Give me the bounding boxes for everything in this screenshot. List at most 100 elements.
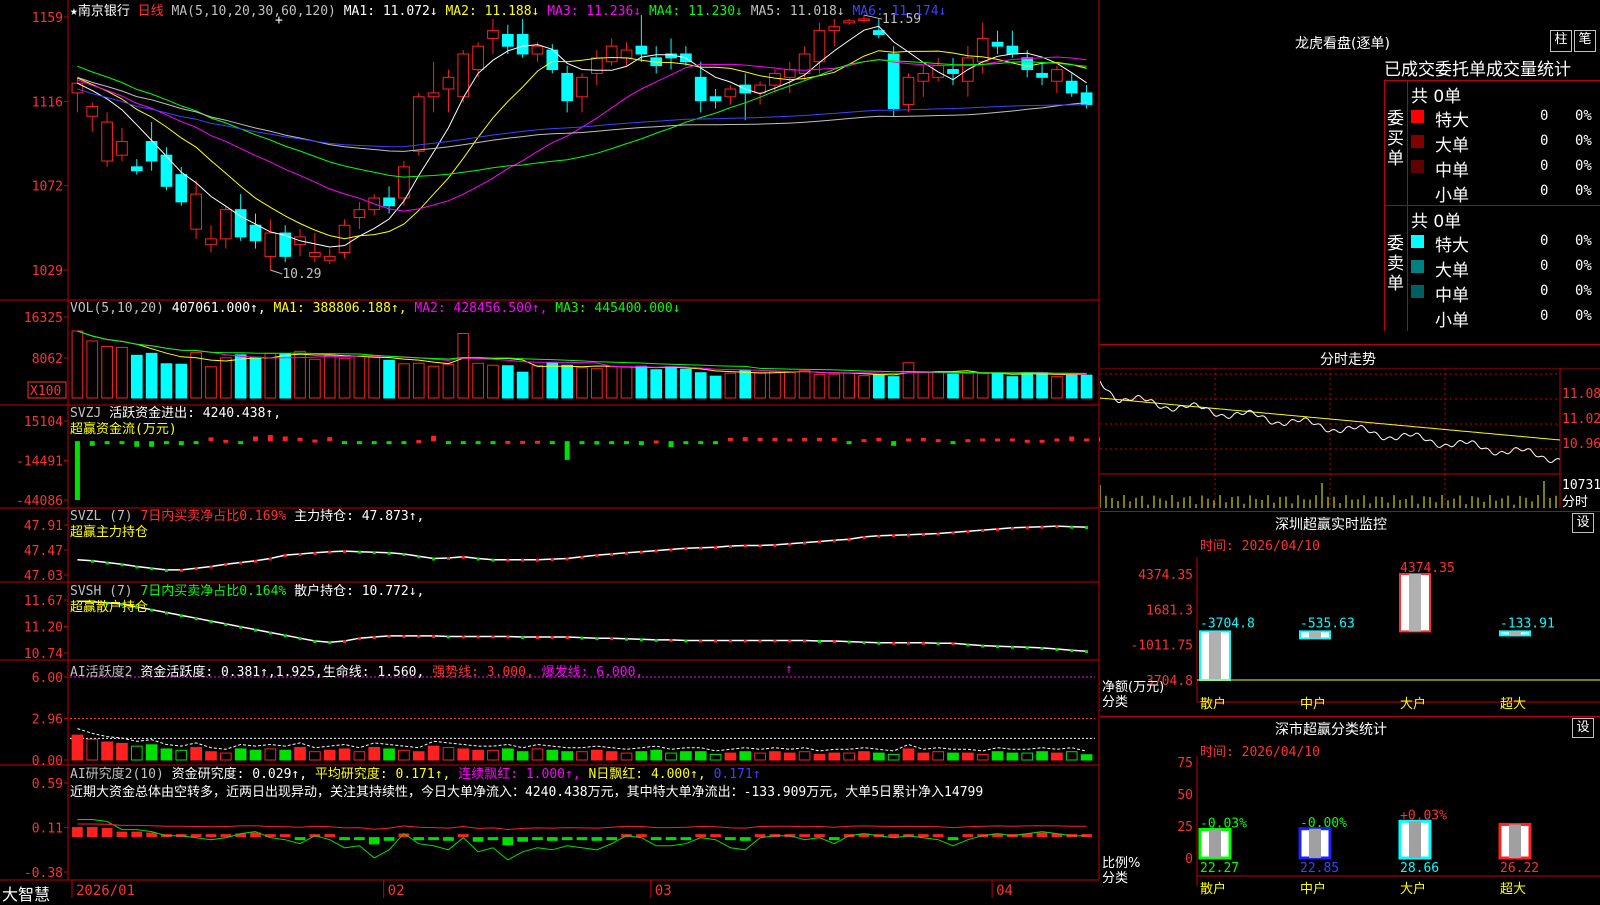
candle-body bbox=[828, 26, 841, 32]
vol-bar bbox=[1080, 374, 1093, 399]
ai2-bar bbox=[190, 834, 202, 838]
ai2-bar bbox=[146, 832, 157, 838]
sz-bar-shade bbox=[1509, 631, 1521, 636]
order-total: 共 0单 bbox=[1411, 87, 1462, 107]
order-row-value: 0 bbox=[1540, 283, 1549, 299]
ai2-bar bbox=[546, 837, 558, 841]
candle-body bbox=[783, 69, 796, 78]
svsh-tick-mark bbox=[639, 638, 643, 642]
szc-value: 22.27 bbox=[1200, 861, 1239, 876]
dragon-title: 龙虎看盘(逐单) bbox=[1295, 36, 1390, 52]
szc-category: 大户 bbox=[1400, 881, 1426, 897]
vol-bar bbox=[249, 356, 262, 399]
svsh-tick-mark bbox=[936, 642, 940, 646]
star-icon[interactable]: ★ bbox=[70, 4, 78, 19]
ai1-avg-line bbox=[77, 728, 1087, 752]
bar-mode-button[interactable]: 柱 bbox=[1550, 30, 1572, 52]
x-label: 2026/01 bbox=[76, 883, 135, 899]
svsh-tick-mark bbox=[432, 634, 436, 638]
order-row-label: 中单 bbox=[1435, 286, 1469, 306]
ai1-bar bbox=[264, 748, 277, 761]
ai2-bar bbox=[354, 837, 365, 841]
sz-class-settings-button[interactable]: 设 bbox=[1572, 718, 1594, 738]
ai1-title: AI活跃度2 bbox=[70, 665, 133, 680]
ai2-last: 0.171↑ bbox=[713, 767, 761, 782]
svzl-tick-mark bbox=[654, 549, 658, 553]
svzl-tick-mark bbox=[773, 543, 777, 547]
svzl-tick-mark bbox=[951, 531, 955, 535]
svsh-tick-mark bbox=[981, 644, 985, 648]
vol-bar bbox=[294, 350, 306, 399]
sz-bar-label: -535.63 bbox=[1300, 616, 1355, 631]
legend-swatch bbox=[1411, 235, 1424, 248]
vol-bar bbox=[976, 373, 989, 399]
ai1-strong: 强势线: 3.000, bbox=[432, 665, 534, 680]
sz-bar-shade bbox=[1409, 574, 1421, 632]
szc-tick: 75 bbox=[1177, 756, 1193, 771]
szc-value: 26.22 bbox=[1500, 861, 1539, 876]
vol-bar bbox=[86, 340, 99, 399]
intraday-chart[interactable]: 11.08 11.02 10.96 10731 分时 bbox=[1100, 368, 1600, 510]
svzj-bar bbox=[846, 441, 852, 445]
ai2-bar bbox=[457, 834, 469, 838]
svzl-axis-tick: 47.03 bbox=[24, 569, 63, 584]
ai1-bar bbox=[412, 751, 425, 761]
candle-body bbox=[858, 18, 870, 21]
svsh-tick-mark bbox=[610, 637, 614, 641]
order-row-label: 大单 bbox=[1435, 136, 1469, 156]
szc-category: 超大 bbox=[1500, 882, 1526, 897]
tick-mode-button[interactable]: 笔 bbox=[1574, 30, 1596, 52]
candle-body bbox=[516, 34, 529, 55]
ai1-bar bbox=[487, 749, 499, 761]
candle-body bbox=[130, 166, 143, 172]
svsh-tick-mark bbox=[1055, 648, 1059, 652]
svsh-tick-mark bbox=[506, 635, 510, 639]
order-row-pct: 0% bbox=[1575, 108, 1592, 124]
ai1-bar bbox=[813, 753, 826, 761]
vol-bar bbox=[694, 372, 707, 399]
ai2-bar bbox=[116, 831, 128, 838]
ai1-bar bbox=[323, 749, 336, 761]
ai2-bar bbox=[591, 837, 603, 841]
sz-monitor-axis: 净额(万元) 分类 bbox=[1102, 680, 1164, 710]
vol-bar bbox=[368, 356, 381, 399]
ai1-bar bbox=[71, 734, 84, 761]
sz-class-ylabel: 比例% bbox=[1102, 856, 1141, 871]
ai1-bar bbox=[457, 748, 470, 761]
svsh-tick-mark bbox=[654, 638, 658, 642]
vol-bar bbox=[219, 357, 232, 399]
ai1-bar bbox=[427, 745, 440, 761]
ai2-bar bbox=[947, 837, 959, 841]
vol-bar bbox=[427, 365, 440, 399]
vol-bar bbox=[590, 368, 603, 399]
svzj-bar bbox=[534, 440, 540, 444]
period-label[interactable]: 日线 bbox=[138, 4, 164, 19]
svzj-bar bbox=[238, 441, 244, 445]
sz-monitor-settings-button[interactable]: 设 bbox=[1572, 513, 1594, 533]
stock-name: 南京银行 bbox=[77, 4, 130, 19]
svzj-bar bbox=[683, 441, 689, 445]
svzl-tick-mark bbox=[105, 561, 109, 565]
ai2-bar bbox=[86, 827, 98, 838]
candle-body bbox=[86, 106, 99, 117]
svsh-tick-mark bbox=[595, 637, 599, 641]
svsh-tick-mark bbox=[1010, 645, 1014, 649]
svzl-tick-mark bbox=[328, 550, 332, 554]
ai2-bar bbox=[561, 837, 573, 841]
ai1-bar bbox=[783, 752, 796, 761]
ai1-bar bbox=[947, 752, 959, 761]
vol-ma-value-3: MA3: 445400.000↓ bbox=[555, 301, 681, 316]
ai1-bar bbox=[694, 751, 707, 761]
sz-tick: -1011.75 bbox=[1130, 639, 1193, 654]
ai1-bar bbox=[576, 751, 588, 761]
svsh-tick-mark bbox=[1085, 650, 1089, 654]
svsh-tick-mark bbox=[921, 641, 925, 645]
candle-body bbox=[843, 20, 855, 24]
svsh-tick-mark bbox=[803, 639, 807, 643]
order-row-pct: 0% bbox=[1575, 183, 1592, 199]
intraday-tick: 11.02 bbox=[1562, 412, 1600, 427]
kline-chart-area[interactable]: 115911161072102911.5910.29+ 163258062X10… bbox=[0, 0, 1100, 900]
ai1-bar bbox=[160, 748, 173, 761]
svzl-tick-mark bbox=[150, 567, 154, 571]
brand-label: 大智慧 bbox=[2, 885, 51, 904]
